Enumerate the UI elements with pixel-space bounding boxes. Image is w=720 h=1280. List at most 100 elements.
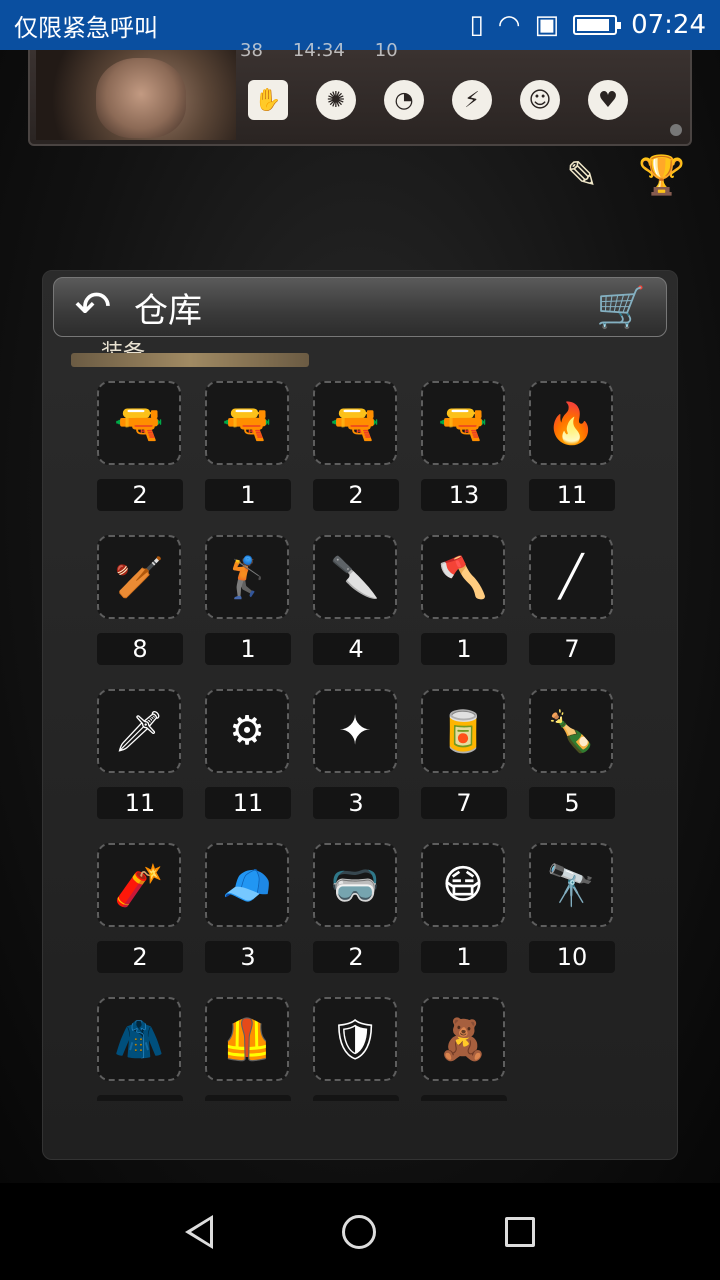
item-count: 11 <box>313 1095 399 1101</box>
inventory-item[interactable]: 🔫 2 <box>97 381 185 511</box>
shop-cart-button[interactable]: 🛒 <box>590 281 652 333</box>
back-button[interactable]: ↶ <box>60 279 126 335</box>
corner-icons: ✎ 🏆 <box>560 152 685 198</box>
item-count: 11 <box>529 479 615 511</box>
nav-home-button[interactable] <box>341 1214 376 1249</box>
inventory-item[interactable]: 🧨 2 <box>97 843 185 973</box>
stomach-icon[interactable]: ◔ <box>384 80 424 120</box>
item-count: 7 <box>421 787 507 819</box>
teddy-bear-icon: 🧸 <box>421 997 505 1081</box>
item-count: 2 <box>313 479 399 511</box>
stat-value: 38 <box>240 40 263 61</box>
item-count: 2 <box>97 479 183 511</box>
hand-icon[interactable]: ✋ <box>248 80 288 120</box>
inventory-item[interactable]: 🧢 3 <box>205 843 293 973</box>
inventory-item[interactable]: 😷 1 <box>421 843 509 973</box>
settings-icon[interactable] <box>670 124 682 136</box>
chainsaw-icon: ⚙ <box>205 689 289 773</box>
inventory-item[interactable]: ✦ 3 <box>313 689 401 819</box>
knife-icon: 🔪 <box>313 535 397 619</box>
item-count: 2 <box>205 1095 291 1101</box>
inventory-item[interactable]: 🏏 8 <box>97 535 185 665</box>
machete-icon: 🗡 <box>97 689 181 773</box>
fuel-can-icon: 🥫 <box>421 689 505 773</box>
item-count: 13 <box>421 479 507 511</box>
cart-icon: 🛒 <box>596 284 646 331</box>
flamethrower-icon: 🔥 <box>529 381 613 465</box>
item-count: 11 <box>205 787 291 819</box>
item-grid: 🔫 2 🔫 1 🔫 2 🔫 13 🔥 11 🏏 8 🏌 1 🔪 4 🪓 1 ╱ 7 🗡 11 ⚙ 11 ✦ 3 🥫 7 🍾 5 🧨 2 🧢 3 🥽 2… <box>97 381 627 1101</box>
item-count: 2 <box>313 941 399 973</box>
nav-recents-button[interactable] <box>505 1216 536 1247</box>
baseball-bat-icon: 🏏 <box>97 535 181 619</box>
item-count: 10 <box>529 941 615 973</box>
stat-value: 14:34 <box>292 40 345 61</box>
item-count: 1 <box>205 479 291 511</box>
inventory-item[interactable]: ╱ 7 <box>529 535 617 665</box>
nav-back-button[interactable] <box>184 1214 213 1249</box>
energy-icon[interactable]: ⚡ <box>452 80 492 120</box>
inventory-item[interactable]: ⚙ 11 <box>205 689 293 819</box>
inventory-item[interactable]: 🦺2 <box>205 997 293 1101</box>
item-count: 5 <box>529 787 615 819</box>
inventory-item[interactable]: 🔭 10 <box>529 843 617 973</box>
heart-icon[interactable]: ♥ <box>588 80 628 120</box>
cap-icon: 🧢 <box>205 843 289 927</box>
status-icons: ▯ ◠ ▣ 07:24 <box>469 10 706 40</box>
sim-icon: ▣ <box>534 10 560 40</box>
inventory-item[interactable]: 🥽 2 <box>313 843 401 973</box>
hud-stats-row: 38 14:34 10 <box>240 40 680 66</box>
vibrate-icon: ▯ <box>469 10 484 40</box>
inventory-item[interactable]: 🛡 11 <box>313 997 401 1101</box>
inventory-item[interactable]: 🔫 2 <box>313 381 401 511</box>
back-arrow-icon: ↶ <box>74 281 112 333</box>
winter-jacket-icon: 🧥 <box>97 997 181 1081</box>
warehouse-panel: ↶ 仓库 🛒 装备 🔫 2 🔫 1 🔫 2 🔫 13 🔥 11 🏏 8 🏌 1 🔪 4 🪓 1 ╱ 7 🗡 11 ⚙ 11 ✦ 3… <box>42 270 678 1160</box>
inventory-item[interactable]: 🧸9 <box>421 997 509 1101</box>
category-divider <box>71 353 309 367</box>
item-count: 11 <box>97 787 183 819</box>
inventory-item[interactable]: 🍾 5 <box>529 689 617 819</box>
gas-mask-icon: 😷 <box>421 843 505 927</box>
navigation-bar <box>0 1183 720 1280</box>
notes-icon[interactable]: ✎ <box>560 152 604 198</box>
wifi-icon: ◠ <box>497 10 521 40</box>
inventory-item[interactable]: 🧥2 <box>97 997 185 1101</box>
item-count: 4 <box>313 633 399 665</box>
inventory-item[interactable]: 🏌 1 <box>205 535 293 665</box>
stat-value: 10 <box>374 40 398 61</box>
brain-icon[interactable]: ✺ <box>316 80 356 120</box>
item-count: 1 <box>421 941 507 973</box>
item-count: 2 <box>97 1095 183 1101</box>
leather-armor-icon: 🦺 <box>205 997 289 1081</box>
molotov-icon: 🍾 <box>529 689 613 773</box>
player-portrait[interactable] <box>36 50 236 140</box>
trophy-icon[interactable]: 🏆 <box>638 152 685 198</box>
fire-axe-icon: 🪓 <box>421 535 505 619</box>
item-count: 2 <box>97 941 183 973</box>
avatar <box>96 58 186 138</box>
scope-icon: 🔭 <box>529 843 613 927</box>
item-count: 1 <box>421 633 507 665</box>
inventory-item[interactable]: 🪓 1 <box>421 535 509 665</box>
goggles-icon: 🥽 <box>313 843 397 927</box>
sniper-rifle-icon: 🔫 <box>421 381 505 465</box>
item-count: 1 <box>205 633 291 665</box>
tommy-gun-icon: 🔫 <box>313 381 397 465</box>
clock: 07:24 <box>631 10 706 40</box>
panel-header: ↶ 仓库 🛒 <box>53 277 667 337</box>
mood-icon[interactable]: ☺ <box>520 80 560 120</box>
inventory-item[interactable]: 🗡 11 <box>97 689 185 819</box>
item-count: 7 <box>529 633 615 665</box>
inventory-item[interactable]: 🔫 13 <box>421 381 509 511</box>
inventory-item[interactable]: 🥫 7 <box>421 689 509 819</box>
inventory-item[interactable]: 🔥 11 <box>529 381 617 511</box>
golf-club-icon: 🏌 <box>205 535 289 619</box>
dynamite-icon: 🧨 <box>97 843 181 927</box>
player-hud: 38 14:34 10 ✋ ✺ ◔ ⚡ ☺ ♥ <box>28 40 692 146</box>
body-armor-icon: 🛡 <box>313 997 397 1081</box>
inventory-item[interactable]: 🔫 1 <box>205 381 293 511</box>
inventory-item[interactable]: 🔪 4 <box>313 535 401 665</box>
item-count: 8 <box>97 633 183 665</box>
item-count: 9 <box>421 1095 507 1101</box>
